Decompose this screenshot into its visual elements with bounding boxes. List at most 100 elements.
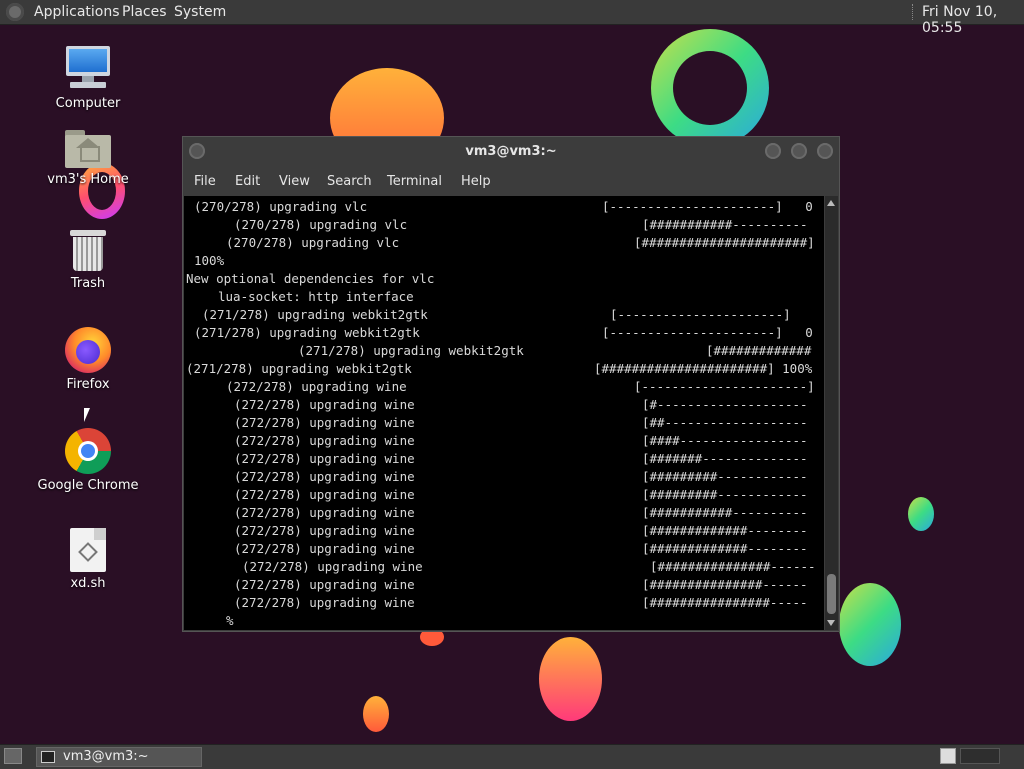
top-panel: Applications Places System Fri Nov 10, 0…: [0, 0, 1024, 36]
taskbar-label: vm3@vm3:~: [63, 749, 149, 764]
progress-bar-text: [#######--------------: [642, 451, 808, 466]
terminal-line: (270/278) upgrading vlc: [226, 235, 400, 250]
terminal-line: (272/278) upgrading wine: [234, 415, 415, 430]
progress-bar-text: [----------------------]: [634, 379, 815, 394]
script-file-icon: [70, 528, 106, 572]
terminal-line: (272/278) upgrading wine: [234, 487, 415, 502]
home-folder-icon: [65, 130, 111, 168]
wallpaper-small-orange-blob: [363, 696, 389, 732]
terminal-line: 100%: [194, 253, 225, 268]
terminal-menubar: File Edit View Search Terminal Help: [183, 171, 839, 193]
desktop-icon-label: Computer: [55, 96, 121, 111]
desktop-icon-chrome[interactable]: Google Chrome: [33, 428, 143, 493]
progress-bar-text: [----------------------]: [610, 307, 791, 322]
progress-bar-text: [###############------: [642, 577, 808, 592]
scrollbar-thumb[interactable]: [827, 574, 836, 614]
menu-view[interactable]: View: [279, 174, 310, 189]
terminal-line: (271/278) upgrading webkit2gtk: [194, 325, 420, 340]
window-titlebar[interactable]: vm3@vm3:~: [183, 137, 839, 167]
terminal-line: lua-socket: http interface: [218, 289, 414, 304]
terminal-line: (271/278) upgrading webkit2gtk: [202, 307, 428, 322]
show-desktop-icon[interactable]: [4, 748, 22, 764]
desktop-icon-label: Trash: [70, 276, 106, 291]
trash-icon: [68, 230, 108, 272]
terminal-line: (272/278) upgrading wine: [234, 469, 415, 484]
computer-icon: [64, 46, 112, 92]
maximize-icon[interactable]: [791, 143, 807, 159]
terminal-line: (272/278) upgrading wine: [242, 559, 423, 574]
terminal-line: %: [226, 613, 234, 628]
minimize-icon[interactable]: [765, 143, 781, 159]
progress-bar-text: [################-----: [642, 595, 808, 610]
terminal-line: (272/278) upgrading wine: [234, 397, 415, 412]
progress-bar-text: [###########----------: [642, 505, 808, 520]
terminal-output[interactable]: (270/278) upgrading vlc [----------------…: [184, 196, 824, 630]
wallpaper-ring: [651, 29, 769, 147]
wallpaper-small-green-blob: [908, 497, 934, 531]
desktop-icon-label: vm3's Home: [47, 172, 129, 187]
terminal-line: (272/278) upgrading wine: [226, 379, 407, 394]
terminal-line: New optional dependencies for vlc: [186, 271, 435, 286]
taskbar-terminal-button[interactable]: vm3@vm3:~: [36, 747, 202, 767]
desktop-icon-home[interactable]: vm3's Home: [33, 130, 143, 187]
desktop-icon-trash[interactable]: Trash: [33, 230, 143, 291]
wallpaper-green-blob: [839, 583, 901, 666]
desktop-icon-xd-sh[interactable]: xd.sh: [33, 528, 143, 591]
desktop-icon-label: xd.sh: [70, 576, 106, 591]
panel-separator: [912, 4, 915, 20]
menu-search[interactable]: Search: [327, 174, 372, 189]
wallpaper-pink-blob: [539, 637, 602, 721]
progress-bar-text: [#########------------: [642, 469, 808, 484]
progress-bar-text: [#--------------------: [642, 397, 808, 412]
progress-bar-text: [######################]: [634, 235, 815, 250]
progress-bar-text: [#############--------: [642, 523, 808, 538]
bottom-panel: vm3@vm3:~: [0, 744, 1024, 769]
progress-bar-text: [##-------------------: [642, 415, 808, 430]
terminal-line: (272/278) upgrading wine: [234, 433, 415, 448]
progress-bar-text: [###########----------: [642, 217, 808, 232]
menu-file[interactable]: File: [194, 174, 216, 189]
terminal-line: (272/278) upgrading wine: [234, 595, 415, 610]
progress-bar-text: [###############------: [650, 559, 816, 574]
progress-bar-text: [####-----------------: [642, 433, 808, 448]
progress-bar-text: [----------------------] 0: [602, 325, 813, 340]
terminal-line: (270/278) upgrading vlc: [194, 199, 368, 214]
terminal-window[interactable]: vm3@vm3:~ File Edit View Search Terminal…: [182, 136, 840, 632]
desktop-icon-label: Firefox: [66, 377, 110, 392]
window-title: vm3@vm3:~: [465, 144, 557, 159]
terminal-line: (271/278) upgrading webkit2gtk: [298, 343, 524, 358]
system-menu[interactable]: System: [174, 4, 226, 20]
desktop-icon-computer[interactable]: Computer: [33, 46, 143, 111]
mouse-pointer-icon: [84, 408, 90, 422]
terminal-line: (270/278) upgrading vlc: [234, 217, 408, 232]
applications-menu[interactable]: Applications: [34, 4, 120, 20]
scroll-down-icon[interactable]: [827, 620, 835, 626]
terminal-line: (271/278) upgrading webkit2gtk: [186, 361, 412, 376]
places-menu[interactable]: Places: [122, 4, 167, 20]
terminal-line: (272/278) upgrading wine: [234, 577, 415, 592]
scroll-up-icon[interactable]: [827, 200, 835, 206]
clock[interactable]: Fri Nov 10, 05:55: [922, 4, 1024, 36]
terminal-scrollbar[interactable]: [825, 196, 838, 630]
progress-bar-text: [#########------------: [642, 487, 808, 502]
close-icon[interactable]: [817, 143, 833, 159]
terminal-icon: [41, 751, 55, 763]
chrome-icon: [65, 428, 111, 474]
menu-terminal[interactable]: Terminal: [387, 174, 442, 189]
progress-bar-text: [#############: [706, 343, 812, 358]
progress-bar-text: [######################] 100%: [594, 361, 813, 376]
terminal-line: (272/278) upgrading wine: [234, 451, 415, 466]
workspace-1[interactable]: [940, 748, 956, 764]
terminal-line: (272/278) upgrading wine: [234, 523, 415, 538]
desktop-icon-label: Google Chrome: [37, 478, 139, 493]
desktop-icon-firefox[interactable]: Firefox: [33, 327, 143, 392]
firefox-icon: [65, 327, 111, 373]
terminal-line: (272/278) upgrading wine: [234, 505, 415, 520]
terminal-line: (272/278) upgrading wine: [234, 541, 415, 556]
menu-help[interactable]: Help: [461, 174, 491, 189]
progress-bar-text: [----------------------] 0: [602, 199, 813, 214]
workspace-2[interactable]: [960, 748, 1000, 764]
distro-logo-icon[interactable]: [6, 3, 24, 21]
progress-bar-text: [#############--------: [642, 541, 808, 556]
menu-edit[interactable]: Edit: [235, 174, 260, 189]
